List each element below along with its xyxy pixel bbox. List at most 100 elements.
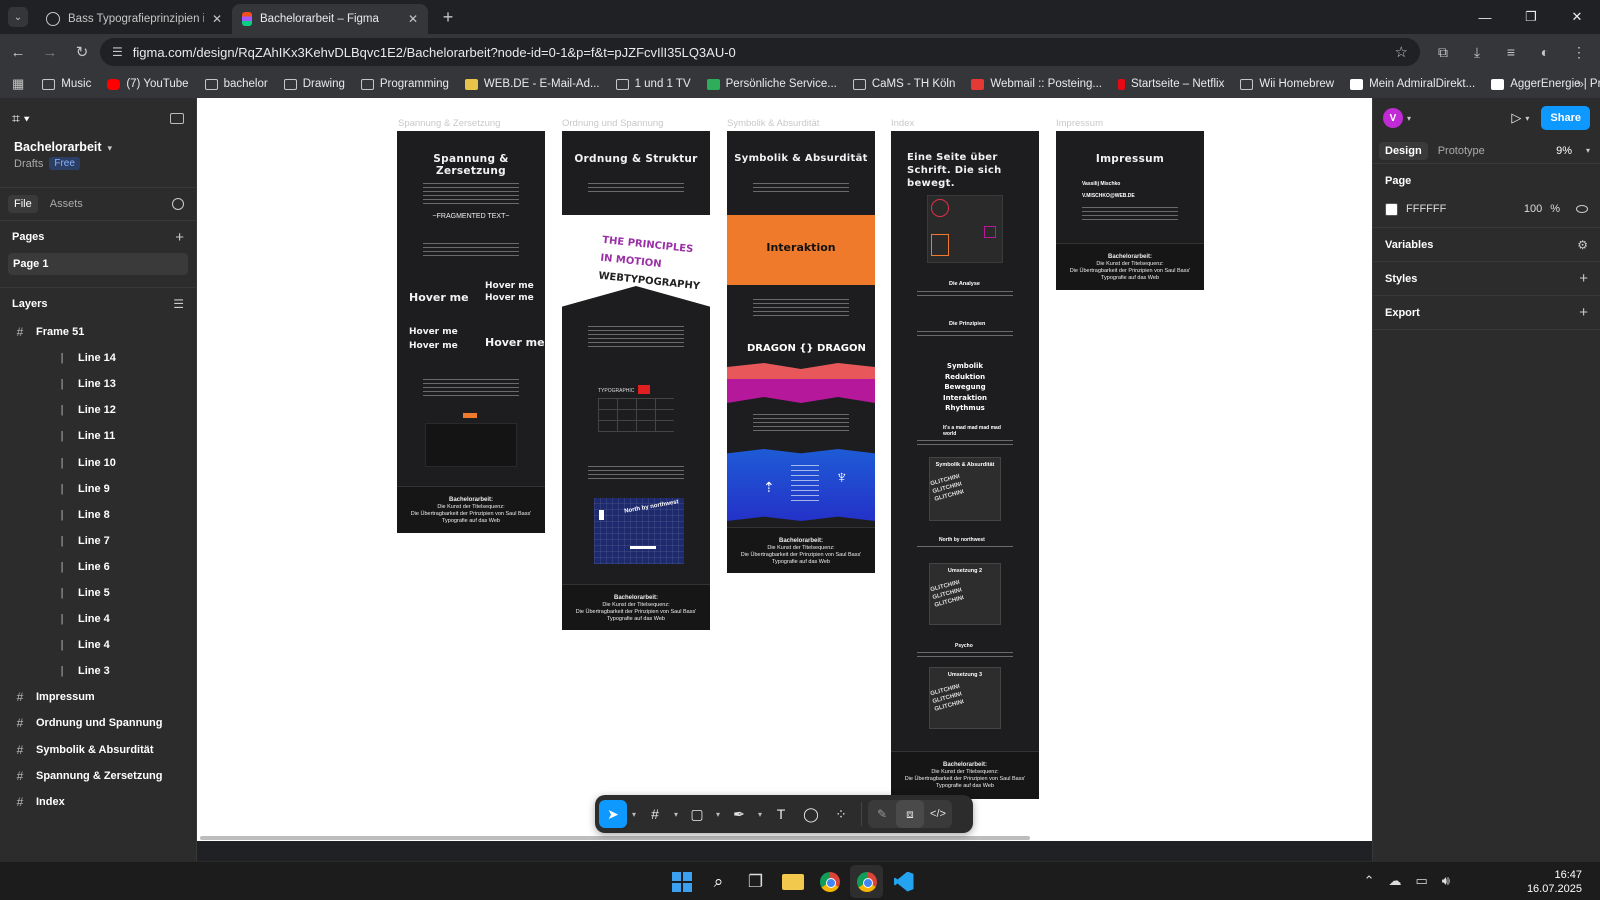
variables-heading[interactable]: Variables [1385,239,1433,251]
layer-line[interactable]: | Line 9 [0,476,196,502]
menu-icon[interactable]: ⋮ [1564,44,1594,61]
layer-frame[interactable]: # Frame 51 [0,319,196,345]
add-style-icon[interactable]: + [1579,270,1588,287]
site-info-icon[interactable]: ☰ [112,45,123,59]
layers-list-icon[interactable]: ☰ [173,297,184,311]
project-name[interactable]: Bachelorarbeit ▾ [0,140,196,154]
eye-icon[interactable] [1576,205,1588,213]
reload-icon[interactable]: ↻ [68,43,96,61]
start-button[interactable] [665,865,698,898]
project-card[interactable]: Umsetzung 2 GLITCHING GLITCHING GLITCHING [929,563,1001,625]
browser-tab[interactable]: Bass Typografieprinzipien im W ✕ [36,4,232,34]
page-color-value[interactable]: FFFFFF [1406,203,1446,215]
close-tab-icon[interactable]: ✕ [408,12,418,26]
chevron-down-icon[interactable]: ▾ [755,800,765,828]
hover-me-text[interactable]: Hover me [409,327,458,337]
design-mode-icon[interactable]: ⧈ [896,800,924,828]
onedrive-icon[interactable]: ☁ [1389,873,1402,889]
vscode-icon[interactable] [887,865,920,898]
bookmark-star-icon[interactable]: ☆ [1395,43,1408,61]
frame-symbolik-absurditaet[interactable]: Symbolik & Absurdität Interaktion DRAGON… [727,131,875,573]
layer-line[interactable]: | Line 12 [0,397,196,423]
toggle-sidebar-icon[interactable] [170,112,184,124]
profile-icon[interactable]: ◐ [1530,44,1560,60]
chrome-icon[interactable] [850,865,883,898]
rectangle-tool-icon[interactable]: ▢ [683,800,711,828]
layer-line[interactable]: | Line 10 [0,449,196,475]
share-button[interactable]: Share [1541,106,1590,130]
variables-settings-icon[interactable]: ⚙ [1577,238,1588,252]
add-export-icon[interactable]: + [1579,304,1588,321]
pen-tool-icon[interactable]: ✒ [725,800,753,828]
design-canvas[interactable]: Spannung & Zersetzung Ordnung und Spannu… [197,98,1372,841]
bookmark-item[interactable]: Persönliche Service... [706,78,837,90]
frame-tool-icon[interactable]: # [641,800,669,828]
present-play-icon[interactable]: ▷ [1511,110,1521,126]
draw-mode-icon[interactable]: ✎ [868,800,896,828]
system-clock[interactable]: 16:47 16.07.2025 [1527,868,1582,896]
hover-me-text[interactable]: Hover me [409,341,458,351]
search-icon[interactable]: ⌕ [702,865,735,898]
page-item[interactable]: Page 1 [8,253,188,275]
download-icon[interactable]: ⤓ [1462,44,1492,61]
more-bookmarks-icon[interactable]: » [1577,76,1584,91]
layer-line[interactable]: | Line 8 [0,502,196,528]
frame-spannung-zersetzung[interactable]: Spannung & Zersetzung ~FRAGMENTED TEXT~ … [397,131,545,533]
bookmark-item[interactable]: Mein AdmiralDirekt... [1350,78,1475,90]
hover-me-text[interactable]: Hover me [409,291,469,304]
export-heading[interactable]: Export [1385,307,1420,319]
tab-prototype[interactable]: Prototype [1432,142,1491,160]
browser-tab-active[interactable]: Bachelorarbeit – Figma ✕ [232,4,428,34]
chevron-up-icon[interactable]: ⌃ [1364,873,1375,889]
frame-label[interactable]: Impressum [1056,118,1103,129]
task-view-icon[interactable]: ❐ [739,865,772,898]
bookmark-item[interactable]: Startseite – Netflix [1118,78,1224,90]
opacity-value[interactable]: 100 [1524,203,1542,215]
layer-line[interactable]: | Line 4 [0,606,196,632]
minimize-icon[interactable]: — [1462,0,1508,34]
bookmark-item[interactable]: (7) YouTube [107,78,189,90]
bookmark-item[interactable]: 1 und 1 TV [615,78,691,90]
layer-frame[interactable]: # Index [0,789,196,815]
zoom-level[interactable]: 9% [1556,145,1572,157]
figma-menu-icon[interactable]: ⌗ ▾ [12,110,30,127]
chevron-down-icon[interactable]: ▾ [671,800,681,828]
extensions-icon[interactable]: ⧉ [1428,44,1458,61]
chevron-down-icon[interactable]: ▾ [713,800,723,828]
layer-line[interactable]: | Line 6 [0,554,196,580]
bookmark-item[interactable]: Wii Homebrew [1240,78,1334,90]
bookmark-item[interactable]: WEB.DE - E-Mail-Ad... [464,78,600,90]
address-bar[interactable]: ☰ figma.com/design/RqZAhIKx3KehvDLBqvc1E… [100,38,1420,66]
chrome-icon[interactable] [813,865,846,898]
layer-line[interactable]: | Line 5 [0,580,196,606]
monitor-icon[interactable]: ▭ [1416,873,1428,889]
close-window-icon[interactable]: ✕ [1554,0,1600,34]
layer-line[interactable]: | Line 14 [0,345,196,371]
search-icon[interactable] [172,198,184,210]
styles-heading[interactable]: Styles [1385,273,1417,285]
layer-frame[interactable]: # Symbolik & Absurdität [0,737,196,763]
chevron-down-icon[interactable]: ▾ [1586,146,1590,155]
bookmark-item[interactable]: Drawing [283,78,345,90]
bookmark-item[interactable]: bachelor [204,78,268,90]
new-tab-button[interactable]: + [436,7,460,28]
add-page-icon[interactable]: + [175,229,184,246]
actions-icon[interactable]: ⁘ [827,800,855,828]
hover-me-text[interactable]: Hover me [485,281,534,291]
layer-frame[interactable]: # Spannung & Zersetzung [0,763,196,789]
layer-line[interactable]: | Line 7 [0,528,196,554]
text-tool-icon[interactable]: T [767,800,795,828]
layer-line[interactable]: | Line 4 [0,632,196,658]
apps-grid-icon[interactable]: ▦ [12,76,24,92]
tab-assets[interactable]: Assets [44,195,89,213]
bookmark-item[interactable]: Music [42,78,91,90]
forward-arrow-icon[interactable]: → [36,44,64,61]
project-card[interactable]: Umsetzung 3 GLITCHING GLITCHING GLITCHING [929,667,1001,729]
move-tool-icon[interactable]: ➤ [599,800,627,828]
hover-me-text[interactable]: Hover me [485,293,534,303]
chevron-down-icon[interactable]: ▾ [629,800,639,828]
tab-design[interactable]: Design [1379,141,1428,160]
project-card[interactable]: Symbolik & Absurdität GLITCHING GLITCHING… [929,457,1001,521]
frame-label[interactable]: Index [891,118,914,129]
chevron-down-icon[interactable]: ▾ [1407,114,1411,123]
